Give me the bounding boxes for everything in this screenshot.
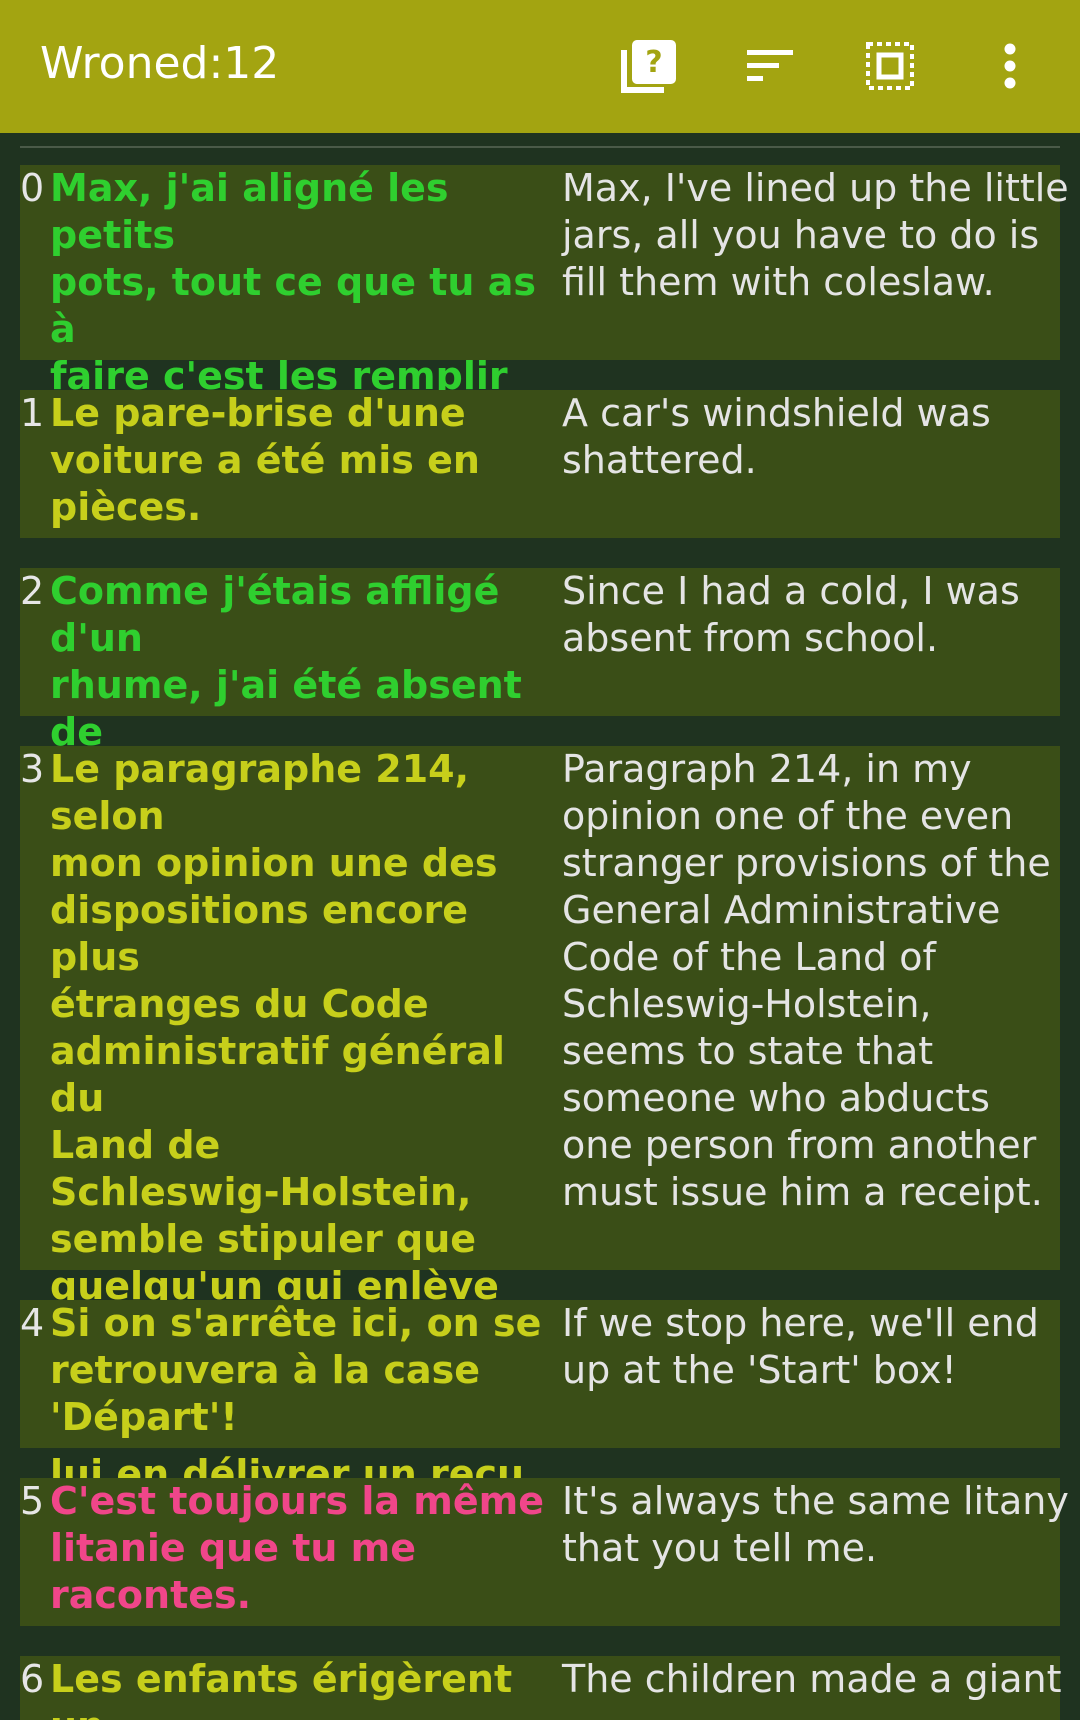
svg-text:?: ? bbox=[645, 45, 662, 80]
quiz-book-icon[interactable]: ? bbox=[610, 28, 690, 104]
list-item[interactable]: 4 Si on s'arrête ici, on se retrouvera à … bbox=[20, 1300, 1060, 1448]
english-translation: Max, I've lined up the little jars, all … bbox=[562, 166, 1069, 304]
more-vert-icon[interactable] bbox=[970, 28, 1050, 104]
french-sentence: Si on s'arrête ici, on se retrouvera à l… bbox=[50, 1301, 542, 1439]
item-index: 3 bbox=[20, 747, 45, 791]
french-sentence: Le pare-brise d'une voiture a été mis en… bbox=[50, 391, 480, 529]
item-index: 2 bbox=[20, 569, 45, 613]
english-translation: Paragraph 214, in my opinion one of the … bbox=[562, 747, 1051, 1214]
list-item[interactable]: 0 Max, j'ai aligné les petits pots, tout … bbox=[20, 165, 1069, 492]
list-item[interactable]: 6Les enfants érigèrent un The children ma… bbox=[20, 1656, 1062, 1720]
french-sentence: C'est toujours la même litanie que tu me… bbox=[50, 1479, 545, 1617]
english-translation: It's always the same litany that you tel… bbox=[562, 1479, 1069, 1570]
item-index: 5 bbox=[20, 1479, 45, 1523]
list-item[interactable]: 5 C'est toujours la même litanie que tu m… bbox=[20, 1478, 1069, 1626]
item-index: 0 bbox=[20, 166, 45, 210]
list-top-divider bbox=[20, 146, 1060, 148]
select-all-icon[interactable] bbox=[850, 28, 930, 104]
page-title: Wroned:12 bbox=[40, 38, 280, 89]
english-translation: The children made a giant bbox=[562, 1657, 1062, 1701]
sort-icon[interactable] bbox=[730, 28, 810, 104]
french-sentence: Les enfants érigèrent un bbox=[50, 1657, 513, 1720]
list-item[interactable]: 1 Le pare-brise d'une voiture a été mis e… bbox=[20, 390, 1060, 538]
english-translation: Since I had a cold, I was absent from sc… bbox=[562, 569, 1020, 660]
item-index: 1 bbox=[20, 391, 45, 435]
english-translation: If we stop here, we'll end up at the 'St… bbox=[562, 1301, 1039, 1392]
item-index: 4 bbox=[20, 1301, 45, 1345]
list-item[interactable]: 2 Comme j'étais affligé d'un rhume, j'ai … bbox=[20, 568, 1060, 801]
list-item[interactable]: 3 Le paragraphe 214, selon mon opinion un… bbox=[20, 746, 1060, 1496]
english-translation: A car's windshield was shattered. bbox=[562, 391, 991, 482]
item-index: 6 bbox=[20, 1657, 45, 1701]
app-bar: Wroned:12 ? bbox=[0, 0, 1080, 133]
